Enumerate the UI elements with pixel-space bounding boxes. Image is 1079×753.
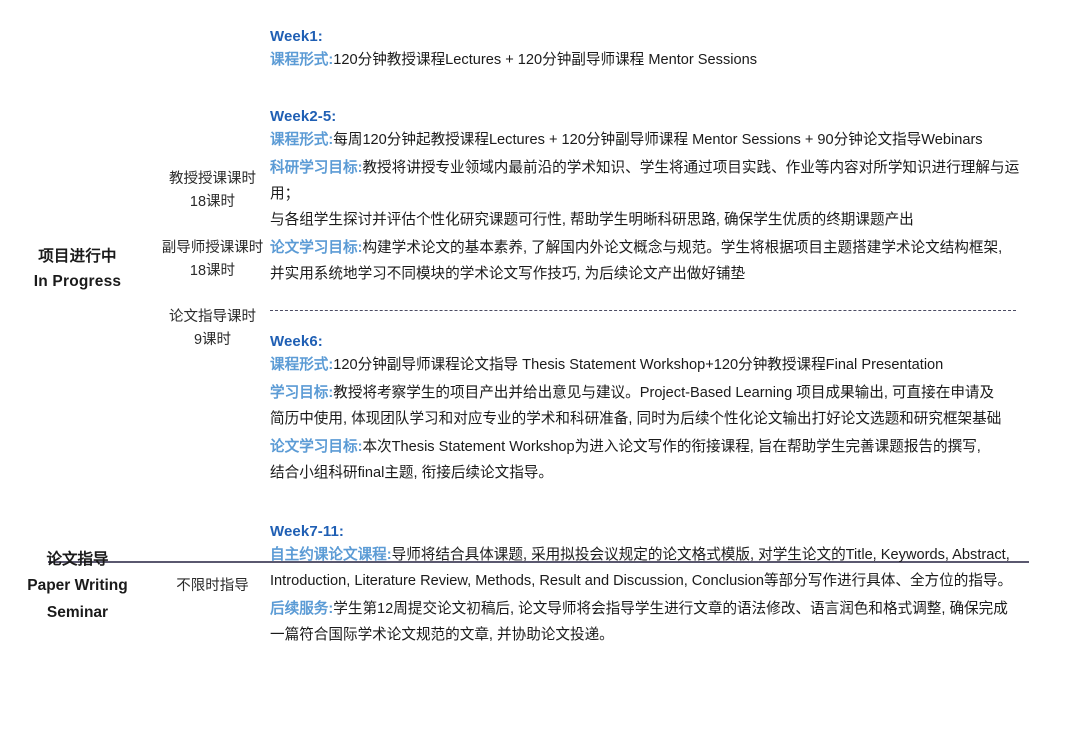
field-line: Introduction, Literature Review, Methods… <box>270 572 1013 589</box>
field-block-self-scheduled-course: 自主约课论文课程:导师将结合具体课题, 采用拟投会议规定的论文格式模版, 对学生… <box>270 543 1031 595</box>
hours-title: 教授授课课时 <box>169 171 256 187</box>
field-label: 论文学习目标: <box>270 438 363 455</box>
section-in-progress: 项目进行中 In Progress 教授授课课时 18课时 副导师授课课时 18… <box>0 0 1079 487</box>
hours-item-unlimited: 不限时指导 <box>155 575 270 598</box>
field-line: 与各组学生探讨并评估个性化研究课题可行性, 帮助学生明晰科研思路, 确保学生优质… <box>270 211 914 228</box>
hours-value: 18课时 <box>189 263 236 280</box>
field-label: 课程形式: <box>270 52 334 68</box>
field-text: 教授将讲授专业领域内最前沿的学术知识、学生将通过项目实践、作业等内容对所学知识进… <box>270 159 1020 202</box>
field-line: 学习目标:教授将考察学生的项目产出并给出意见与建议。Project-Based … <box>270 381 1031 407</box>
hours-value: 9课时 <box>193 332 232 349</box>
hours-column-in-progress: 教授授课课时 18课时 副导师授课课时 18课时 论文指导课时 9课时 <box>155 28 270 353</box>
week-heading: Week1: <box>270 28 323 45</box>
hours-item-thesis-guidance: 论文指导课时 9课时 <box>155 306 270 353</box>
field-line: 自主约课论文课程:导师将结合具体课题, 采用拟投会议规定的论文格式模版, 对学生… <box>270 543 1031 569</box>
field-label: 课程形式: <box>270 131 334 148</box>
field-text: 构建学术论文的基本素养, 了解国内外论文概念与规范。学生将根据项目主题搭建学术论… <box>362 239 1003 256</box>
field-text: 导师将结合具体课题, 采用拟投会议规定的论文格式模版, 对学生论文的Title,… <box>391 546 1010 563</box>
field-block-follow-up-service: 后续服务:学生第12周提交论文初稿后, 论文导师将会指导学生进行文章的语法修改、… <box>270 597 1031 649</box>
field-block-learning-objectives: 学习目标:教授将考察学生的项目产出并给出意见与建议。Project-Based … <box>270 381 1031 433</box>
field-block-course-format: 课程形式:每周120分钟起教授课程Lectures + 120分钟副导师课程 M… <box>270 128 1031 154</box>
field-label: 科研学习目标: <box>270 159 363 176</box>
content-column-paper-writing: Week7-11: 自主约课论文课程:导师将结合具体课题, 采用拟投会议规定的论… <box>270 523 1079 649</box>
field-label: 自主约课论文课程: <box>270 546 392 563</box>
field-label: 后续服务: <box>270 600 334 617</box>
course-schedule-page: 项目进行中 In Progress 教授授课课时 18课时 副导师授课课时 18… <box>0 0 1079 753</box>
stage-label-cn: 项目进行中 <box>38 248 117 265</box>
field-block-thesis-objectives: 论文学习目标:本次Thesis Statement Workshop为进入论文写… <box>270 435 1031 487</box>
stage-label-en: In Progress <box>33 273 122 291</box>
week-group-week6: Week6: 课程形式:120分钟副导师课程论文指导 Thesis Statem… <box>270 333 1031 487</box>
field-line: 并实用系统地学习不同模块的学术论文写作技巧, 为后续论文产出做好铺垫 <box>270 265 746 282</box>
week-heading: Week7-11: <box>270 522 345 540</box>
field-text: 教授将考察学生的项目产出并给出意见与建议。Project-Based Learn… <box>333 384 995 401</box>
field-text: 学生第12周提交论文初稿后, 论文导师将会指导学生进行文章的语法修改、语言润色和… <box>333 600 1008 617</box>
field-line: 一篇符合国际学术论文规范的文章, 并协助论文投递。 <box>270 626 614 643</box>
hours-item-professor: 教授授课课时 18课时 <box>155 168 270 215</box>
hours-column-paper-writing: 不限时指导 <box>155 523 270 598</box>
field-text: 每周120分钟起教授课程Lectures + 120分钟副导师课程 Mentor… <box>333 131 983 148</box>
field-label: 论文学习目标: <box>270 239 363 256</box>
hours-title: 副导师授课课时 <box>161 239 264 256</box>
field-text: 120分钟教授课程Lectures + 120分钟副导师课程 Mentor Se… <box>333 52 758 68</box>
hours-item-assistant-mentor: 副导师授课课时 18课时 <box>155 237 270 284</box>
week-group-week2-5: Week2-5: 课程形式:每周120分钟起教授课程Lectures + 120… <box>270 108 1031 288</box>
stage-column-in-progress: 项目进行中 In Progress <box>0 28 155 294</box>
field-block-course-format: 课程形式:120分钟副导师课程论文指导 Thesis Statement Wor… <box>270 353 1031 379</box>
hours-title: 论文指导课时 <box>169 308 256 325</box>
week-group-week1: Week1: 课程形式:120分钟教授课程Lectures + 120分钟副导师… <box>270 28 1031 74</box>
field-text: 120分钟副导师课程论文指导 Thesis Statement Workshop… <box>333 356 944 373</box>
field-line: 结合小组科研final主题, 衔接后续论文指导。 <box>270 464 553 481</box>
field-line: 论文学习目标:本次Thesis Statement Workshop为进入论文写… <box>270 435 1031 461</box>
hours-value: 18课时 <box>189 194 236 211</box>
week-group-week7-11: Week7-11: 自主约课论文课程:导师将结合具体课题, 采用拟投会议规定的论… <box>270 523 1031 649</box>
week-heading: Week6: <box>270 332 323 350</box>
field-line: 简历中使用, 体现团队学习和对应专业的学术和科研准备, 同时为后续个性化论文输出… <box>270 410 1002 427</box>
field-label: 课程形式: <box>270 356 334 373</box>
field-line: 后续服务:学生第12周提交论文初稿后, 论文导师将会指导学生进行文章的语法修改、… <box>270 597 1031 623</box>
stage-label-en-line2: Seminar <box>46 603 109 621</box>
field-line: 课程形式:120分钟教授课程Lectures + 120分钟副导师课程 Ment… <box>270 48 1031 74</box>
stage-column-paper-writing: 论文指导 Paper Writing Seminar <box>0 523 155 627</box>
stage-label-cn: 论文指导 <box>46 550 109 568</box>
content-column-in-progress: Week1: 课程形式:120分钟教授课程Lectures + 120分钟副导师… <box>270 28 1079 487</box>
stage-label-en: Paper Writing <box>27 577 128 595</box>
field-text: 本次Thesis Statement Workshop为进入论文写作的衔接课程,… <box>362 438 981 455</box>
dashed-divider <box>270 309 1016 311</box>
field-line: 论文学习目标:构建学术论文的基本素养, 了解国内外论文概念与规范。学生将根据项目… <box>270 236 1031 262</box>
field-line: 课程形式:每周120分钟起教授课程Lectures + 120分钟副导师课程 M… <box>270 128 1031 154</box>
field-line: 课程形式:120分钟副导师课程论文指导 Thesis Statement Wor… <box>270 353 1031 379</box>
field-block-research-objectives: 科研学习目标:教授将讲授专业领域内最前沿的学术知识、学生将通过项目实践、作业等内… <box>270 156 1031 234</box>
field-line: 科研学习目标:教授将讲授专业领域内最前沿的学术知识、学生将通过项目实践、作业等内… <box>270 156 1031 208</box>
field-label: 学习目标: <box>270 384 334 401</box>
hours-title: 不限时指导 <box>176 577 249 594</box>
section-paper-writing: 论文指导 Paper Writing Seminar 不限时指导 Week7-1… <box>0 523 1079 649</box>
field-block-course-format: 课程形式:120分钟教授课程Lectures + 120分钟副导师课程 Ment… <box>270 48 1031 74</box>
field-block-thesis-objectives: 论文学习目标:构建学术论文的基本素养, 了解国内外论文概念与规范。学生将根据项目… <box>270 236 1031 288</box>
week-heading: Week2-5: <box>270 107 337 125</box>
